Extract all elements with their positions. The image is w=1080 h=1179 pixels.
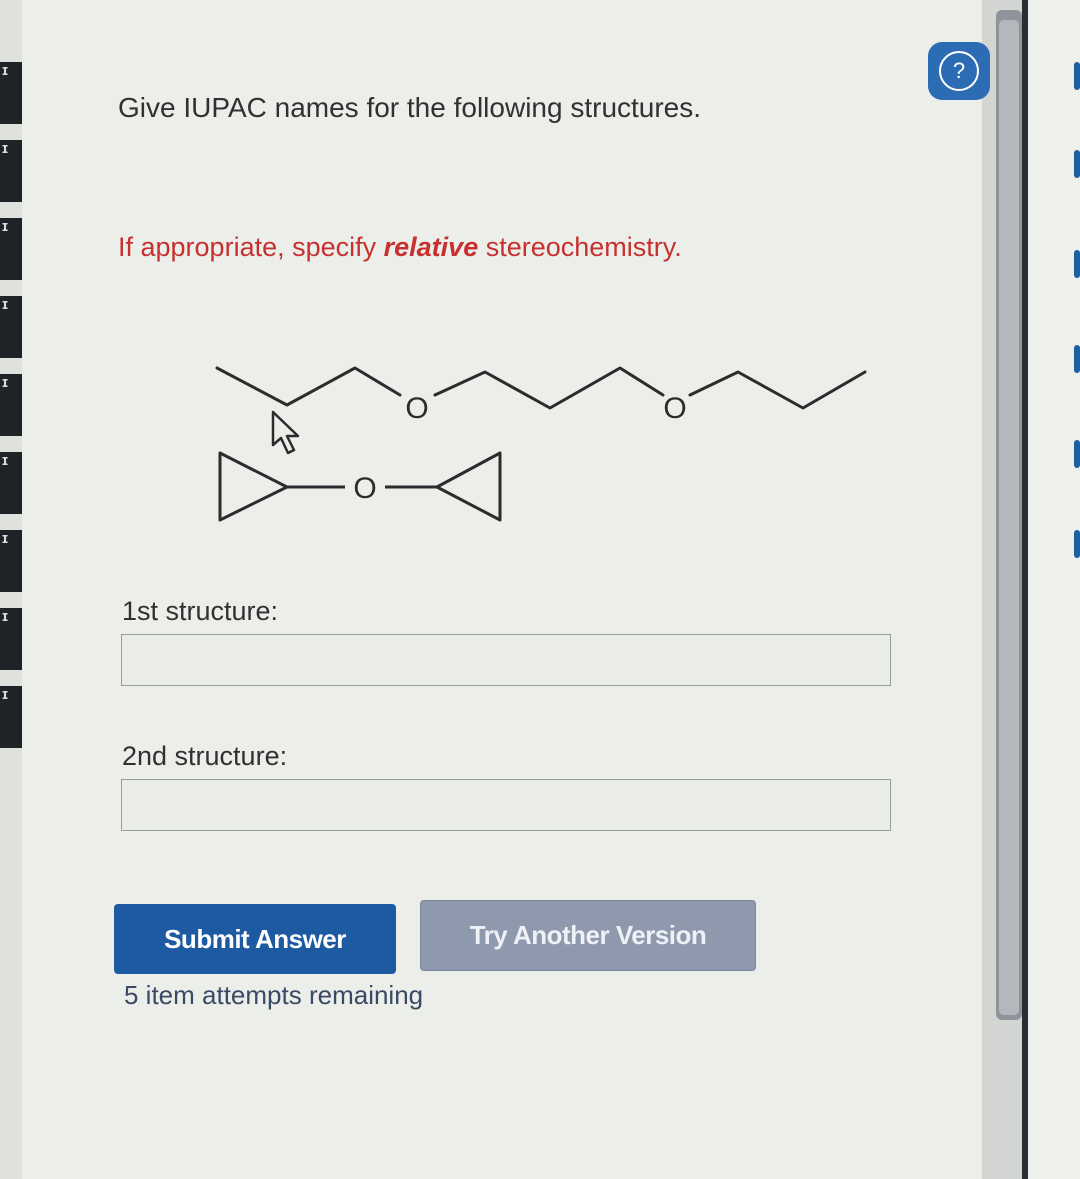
adjacent-panel-edge [1028,0,1080,1179]
structure-1 [215,366,867,410]
help-icon: ? [939,51,979,91]
structure-1-atom-o1: O [405,392,428,425]
edge-marker [1074,62,1080,90]
structure-2-atom-o: O [353,472,376,505]
nav-tab[interactable]: ɪ [0,530,22,592]
submit-answer-button[interactable]: Submit Answer [114,904,396,974]
attempts-remaining: 5 item attempts remaining [124,980,424,1010]
nav-tab[interactable]: ɪ [0,686,22,748]
left-nav-strip: ɪ ɪ ɪ ɪ ɪ ɪ ɪ ɪ ɪ [0,0,22,1179]
edge-marker [1074,250,1080,278]
help-button[interactable]: ? [928,42,990,100]
structure-1-atom-o2: O [663,392,686,425]
try-another-version-button[interactable]: Try Another Version [420,900,756,971]
answer-input-structure-2[interactable] [121,779,891,831]
edge-marker [1074,440,1080,468]
nav-tab[interactable]: ɪ [0,452,22,514]
edge-marker [1074,150,1080,178]
edge-marker [1074,345,1080,373]
field-label-structure-1: 1st structure: [122,596,279,626]
nav-tab[interactable]: ɪ [0,62,22,124]
field-label-structure-2: 2nd structure: [122,741,288,771]
scrollbar-thumb[interactable] [999,20,1019,1015]
nav-tab[interactable]: ɪ [0,140,22,202]
nav-tab[interactable]: ɪ [0,374,22,436]
cursor-icon [271,410,300,455]
question-prompt: Give IUPAC names for the following struc… [118,92,702,123]
nav-tab[interactable]: ɪ [0,218,22,280]
edge-marker [1074,530,1080,558]
stereochemistry-note: If appropriate, specify relative stereoc… [118,232,682,263]
answer-input-structure-1[interactable] [121,634,891,686]
nav-tab[interactable]: ɪ [0,296,22,358]
note-text-end: stereochemistry. [478,232,682,262]
nav-tab[interactable]: ɪ [0,608,22,670]
note-emphasis: relative [383,232,479,262]
structure-drawings: O O O [215,366,867,522]
note-text: If appropriate, specify [118,232,384,262]
